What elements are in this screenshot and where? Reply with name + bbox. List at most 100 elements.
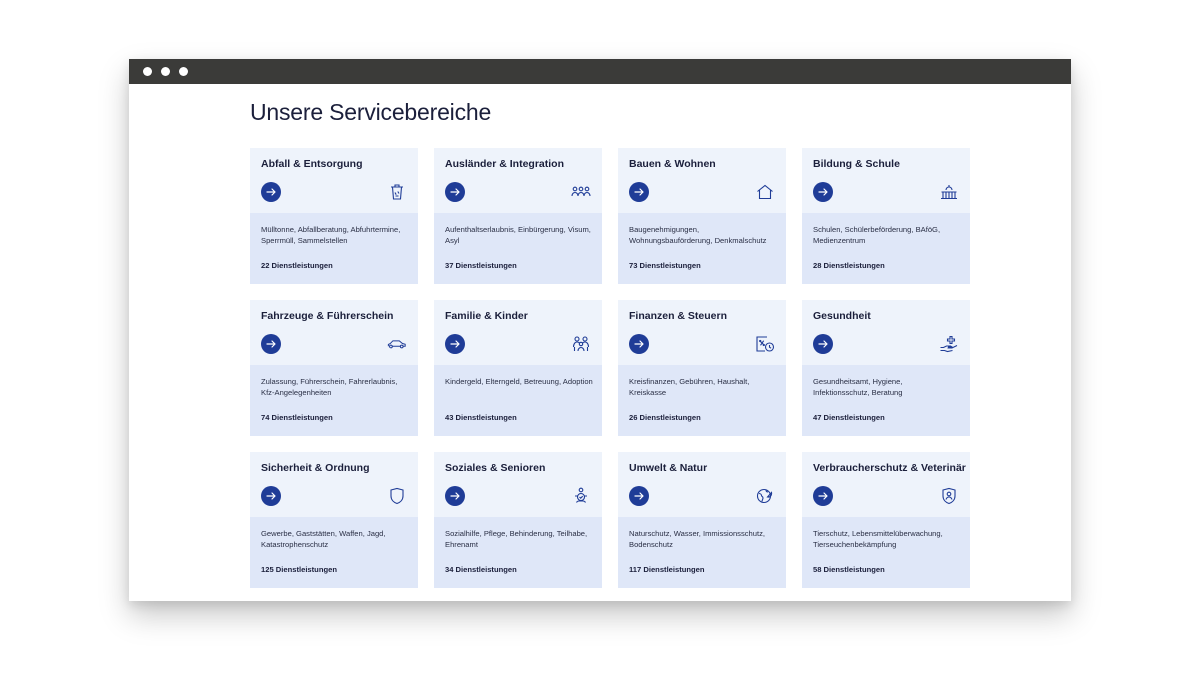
arrow-right-button[interactable]	[445, 334, 465, 354]
service-card[interactable]: Ausländer & Integration Aufenthaltserlau…	[434, 148, 602, 284]
card-body: Gesundheitsamt, Hygiene, Infektionsschut…	[802, 365, 970, 436]
health-hand-icon	[939, 334, 959, 354]
shield-icon	[387, 486, 407, 506]
arrow-right-button[interactable]	[261, 486, 281, 506]
card-body: Kindergeld, Elterngeld, Betreuung, Adopt…	[434, 365, 602, 436]
card-description: Mülltonne, Abfallberatung, Abfuhrtermine…	[261, 225, 401, 245]
window-dot-minimize[interactable]	[161, 67, 170, 76]
service-card[interactable]: Sicherheit & Ordnung Gewerbe, Gaststätte…	[250, 452, 418, 588]
service-card[interactable]: Verbraucherschutz & Veterinär Tierschutz…	[802, 452, 970, 588]
card-body: Baugenehmigungen, Wohnungsbauförderung, …	[618, 213, 786, 284]
card-service-count: 125 Dienstleistungen	[261, 565, 337, 574]
card-body: Zulassung, Führerschein, Fahrerlaubnis, …	[250, 365, 418, 436]
trash-bin-icon	[387, 182, 407, 202]
card-title: Fahrzeuge & Führerschein	[261, 310, 394, 322]
service-card[interactable]: Umwelt & Natur Naturschutz, Wasser, Immi…	[618, 452, 786, 588]
arrow-right-button[interactable]	[629, 486, 649, 506]
card-description: Gesundheitsamt, Hygiene, Infektionsschut…	[813, 377, 903, 397]
card-header: Finanzen & Steuern	[618, 300, 786, 365]
service-card[interactable]: Fahrzeuge & Führerschein Zulassung, Führ…	[250, 300, 418, 436]
card-title: Bildung & Schule	[813, 158, 900, 170]
card-header: Bildung & Schule	[802, 148, 970, 213]
card-description: Kindergeld, Elterngeld, Betreuung, Adopt…	[445, 377, 593, 386]
card-header: Familie & Kinder	[434, 300, 602, 365]
browser-window: Unsere Servicebereiche Abfall & Entsorgu…	[129, 59, 1071, 601]
card-title: Sicherheit & Ordnung	[261, 462, 370, 474]
card-service-count: 73 Dienstleistungen	[629, 261, 701, 270]
card-title: Finanzen & Steuern	[629, 310, 728, 322]
card-service-count: 117 Dienstleistungen	[629, 565, 705, 574]
card-service-count: 37 Dienstleistungen	[445, 261, 517, 270]
card-title: Soziales & Senioren	[445, 462, 546, 474]
card-header: Fahrzeuge & Führerschein	[250, 300, 418, 365]
people-group-icon	[571, 182, 591, 202]
card-description: Schulen, Schülerbeförderung, BAföG, Medi…	[813, 225, 941, 245]
card-header: Abfall & Entsorgung	[250, 148, 418, 213]
card-body: Kreisfinanzen, Gebühren, Haushalt, Kreis…	[618, 365, 786, 436]
card-body: Mülltonne, Abfallberatung, Abfuhrtermine…	[250, 213, 418, 284]
card-title: Abfall & Entsorgung	[261, 158, 363, 170]
window-titlebar	[129, 59, 1071, 84]
card-service-count: 26 Dienstleistungen	[629, 413, 701, 422]
card-title: Familie & Kinder	[445, 310, 528, 322]
card-header: Umwelt & Natur	[618, 452, 786, 517]
arrow-right-button[interactable]	[629, 182, 649, 202]
card-description: Naturschutz, Wasser, Immissionsschutz, B…	[629, 529, 766, 549]
service-grid: Abfall & Entsorgung Mülltonne, Abfallber…	[250, 148, 970, 588]
arrow-right-button[interactable]	[261, 182, 281, 202]
card-service-count: 22 Dienstleistungen	[261, 261, 333, 270]
card-header: Bauen & Wohnen	[618, 148, 786, 213]
arrow-right-button[interactable]	[629, 334, 649, 354]
card-body: Aufenthaltserlaubnis, Einbürgerung, Visu…	[434, 213, 602, 284]
card-description: Baugenehmigungen, Wohnungsbauförderung, …	[629, 225, 767, 245]
card-header: Gesundheit	[802, 300, 970, 365]
card-body: Naturschutz, Wasser, Immissionsschutz, B…	[618, 517, 786, 588]
card-description: Zulassung, Führerschein, Fahrerlaubnis, …	[261, 377, 398, 397]
card-service-count: 47 Dienstleistungen	[813, 413, 885, 422]
arrow-right-button[interactable]	[445, 182, 465, 202]
service-card[interactable]: Bauen & Wohnen Baugenehmigungen, Wohnung…	[618, 148, 786, 284]
card-description: Gewerbe, Gaststätten, Waffen, Jagd, Kata…	[261, 529, 386, 549]
service-card[interactable]: Familie & Kinder Kindergeld, Elterngeld,…	[434, 300, 602, 436]
card-header: Sicherheit & Ordnung	[250, 452, 418, 517]
card-title: Ausländer & Integration	[445, 158, 565, 170]
card-title: Verbraucherschutz & Veterinär	[813, 462, 966, 474]
arrow-right-button[interactable]	[813, 334, 833, 354]
card-service-count: 34 Dienstleistungen	[445, 565, 517, 574]
tax-document-icon	[755, 334, 775, 354]
card-header: Soziales & Senioren	[434, 452, 602, 517]
service-card[interactable]: Finanzen & Steuern Kreisfinanzen, Gebühr…	[618, 300, 786, 436]
consumer-shield-icon	[939, 486, 959, 506]
service-card[interactable]: Bildung & Schule Schulen, Schülerbeförde…	[802, 148, 970, 284]
page-title: Unsere Servicebereiche	[250, 99, 492, 125]
window-dot-maximize[interactable]	[179, 67, 188, 76]
card-header: Ausländer & Integration	[434, 148, 602, 213]
card-body: Gewerbe, Gaststätten, Waffen, Jagd, Kata…	[250, 517, 418, 588]
card-description: Tierschutz, Lebensmittelüberwachung, Tie…	[813, 529, 943, 549]
card-title: Bauen & Wohnen	[629, 158, 716, 170]
card-title: Gesundheit	[813, 310, 871, 322]
card-service-count: 58 Dienstleistungen	[813, 565, 885, 574]
school-building-icon	[939, 182, 959, 202]
card-body: Sozialhilfe, Pflege, Behinderung, Teilha…	[434, 517, 602, 588]
card-body: Schulen, Schülerbeförderung, BAföG, Medi…	[802, 213, 970, 284]
card-description: Sozialhilfe, Pflege, Behinderung, Teilha…	[445, 529, 588, 549]
service-card[interactable]: Gesundheit Gesundheitsamt, Hygiene, Infe…	[802, 300, 970, 436]
card-description: Kreisfinanzen, Gebühren, Haushalt, Kreis…	[629, 377, 750, 397]
service-card[interactable]: Soziales & Senioren Sozialhilfe, Pflege,…	[434, 452, 602, 588]
service-card[interactable]: Abfall & Entsorgung Mülltonne, Abfallber…	[250, 148, 418, 284]
window-dot-close[interactable]	[143, 67, 152, 76]
globe-leaf-icon	[755, 486, 775, 506]
arrow-right-button[interactable]	[261, 334, 281, 354]
card-body: Tierschutz, Lebensmittelüberwachung, Tie…	[802, 517, 970, 588]
card-service-count: 43 Dienstleistungen	[445, 413, 517, 422]
card-service-count: 74 Dienstleistungen	[261, 413, 333, 422]
card-title: Umwelt & Natur	[629, 462, 708, 474]
family-icon	[571, 334, 591, 354]
house-icon	[755, 182, 775, 202]
arrow-right-button[interactable]	[813, 182, 833, 202]
card-header: Verbraucherschutz & Veterinär	[802, 452, 970, 517]
arrow-right-button[interactable]	[813, 486, 833, 506]
arrow-right-button[interactable]	[445, 486, 465, 506]
card-service-count: 28 Dienstleistungen	[813, 261, 885, 270]
